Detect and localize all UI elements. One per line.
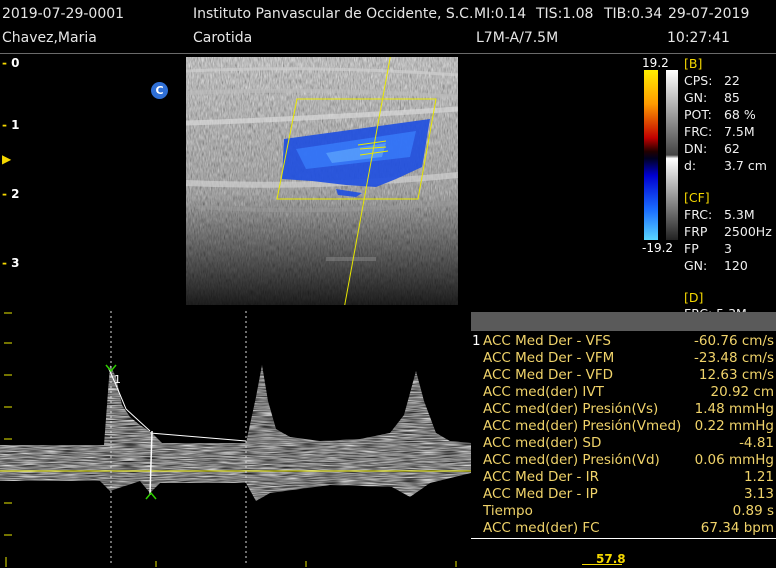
institution-name: Instituto Panvascular de Occidente, S.C.: [193, 6, 474, 22]
doppler-spectrum: [0, 311, 471, 567]
tis-index: TIS:1.08: [536, 6, 594, 22]
measurements-bottom-divider: [471, 538, 776, 539]
measurement-row: ACC med(der) FC 67.34 bpm: [483, 520, 774, 536]
depth-tick-1: - 1: [2, 118, 20, 132]
param-b-dn: DN: 62: [684, 141, 740, 156]
measurement-row: ACC med(der) Presión(Vd) 0.06 mmHg: [483, 452, 774, 468]
color-mode-badge: C: [151, 82, 168, 99]
header-divider: [0, 53, 776, 54]
param-b-depth: d: 3.7 cm: [684, 158, 767, 173]
b-mode-title: [B]: [684, 56, 703, 71]
measurement-row: ACC Med Der - IR 1.21: [483, 469, 774, 485]
measurement-row: ACC med(der) IVT 20.92 cm: [483, 384, 774, 400]
mi-index: MI:0.14: [474, 6, 527, 22]
probe-name: L7M-A/7.5M: [476, 30, 559, 46]
doppler-cursor-label: 1: [114, 373, 121, 386]
color-bar-max: 19.2: [642, 56, 669, 70]
patient-name: Chavez,Maria: [2, 30, 97, 46]
exam-time: 10:27:41: [667, 30, 730, 46]
param-cf-frp: FRP 2500Hz: [684, 224, 772, 239]
measurements-panel: 1 ACC Med Der - VFS -60.76 cm/s ACC Med De…: [471, 312, 776, 540]
param-b-frc: FRC: 7.5M: [684, 124, 755, 139]
exam-type: Carotida: [193, 30, 253, 46]
color-bar-min: -19.2: [642, 241, 674, 255]
param-cf-fp: FP 3: [684, 241, 732, 256]
d-mode-title: [D]: [684, 290, 704, 305]
measurement-row: ACC med(der) Presión(Vmed) 0.22 mmHg: [483, 418, 774, 434]
bmode-image: [186, 57, 458, 305]
study-id: 2019-07-29-0001: [2, 6, 125, 22]
scale-underline: [582, 564, 622, 565]
param-b-cps: CPS: 22: [684, 73, 740, 88]
measurements-header-bar: [471, 312, 776, 331]
depth-tick-2: - 2: [2, 187, 20, 201]
depth-tick-0: - 0: [2, 56, 20, 70]
exam-date: 29-07-2019: [668, 6, 750, 22]
cf-mode-title: [CF]: [684, 190, 710, 205]
measurement-row: Tiempo 0.89 s: [483, 503, 774, 519]
color-bar: [644, 70, 678, 240]
depth-tick-3: - 3: [2, 256, 20, 270]
param-b-pot: POT: 68 %: [684, 107, 756, 122]
focus-marker-icon: ▶: [2, 152, 12, 166]
diastole-marker-icon: [145, 491, 157, 500]
measurement-row: ACC med(der) Presión(Vs) 1.48 mmHg: [483, 401, 774, 417]
param-cf-gn: GN: 120: [684, 258, 748, 273]
measurement-row: 1 ACC Med Der - VFS -60.76 cm/s: [472, 333, 774, 349]
measurement-row: ACC Med Der - IP 3.13: [483, 486, 774, 502]
measurement-row: ACC Med Der - VFD 12.63 cm/s: [483, 367, 774, 383]
measurement-row: ACC Med Der - VFM -23.48 cm/s: [483, 350, 774, 366]
tib-index: TIB:0.34: [604, 6, 663, 22]
param-cf-frc: FRC: 5.3M: [684, 207, 755, 222]
param-b-gn: GN: 85: [684, 90, 740, 105]
measurement-row: ACC med(der) SD -4.81: [483, 435, 774, 451]
